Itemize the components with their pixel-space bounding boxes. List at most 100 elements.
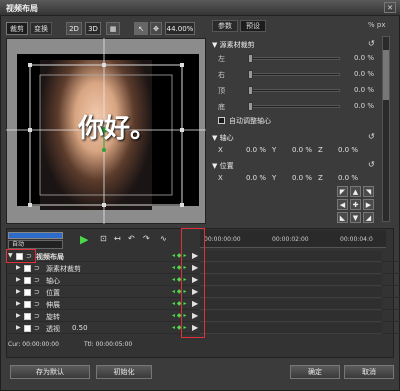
crop-top-label: 顶 [218,87,225,95]
loop-icon[interactable]: ⊃ [34,324,40,332]
grid-icon[interactable]: ▦ [106,22,120,35]
play-icon[interactable]: ▶ [80,233,88,246]
pos-y-value[interactable]: 0.0 % [292,174,312,182]
initialize-button[interactable]: 初始化 [96,365,152,379]
crop-right-thumb[interactable] [248,70,253,79]
track-lane[interactable] [200,251,382,262]
position-reset-icon[interactable]: ↺ [368,160,375,169]
params-scrollbar-thumb[interactable] [383,50,389,100]
zoom-select[interactable]: 44.00% [165,22,195,35]
track-label: 视频布局 [36,253,64,261]
pos-x-value[interactable]: 0.0 % [246,174,266,182]
track-lane[interactable] [200,323,382,334]
expand-icon[interactable]: ▶ [16,276,21,283]
perspective-value[interactable]: 0.50 [72,324,88,332]
track-lane[interactable] [200,287,382,298]
track-enable-checkbox[interactable] [24,325,31,332]
crop-left-slider[interactable] [248,57,340,60]
hand-icon[interactable]: ✥ [150,22,162,35]
track-label: 透视 [46,325,60,333]
track-enable-checkbox[interactable] [24,265,31,272]
nudge-up-right-icon[interactable]: ◥ [363,186,374,197]
ok-button[interactable]: 确定 [290,365,340,379]
cancel-button[interactable]: 取消 [344,365,394,379]
nudge-up-left-icon[interactable]: ◤ [337,186,348,197]
section-crop-header[interactable]: ▼ 源素材裁剪 [212,40,255,50]
save-default-button[interactable]: 存为默认 [10,365,90,379]
undo-icon[interactable]: ↶ [128,234,135,243]
pointer-icon[interactable]: ↖ [134,22,148,35]
expand-icon[interactable]: ▶ [16,300,21,307]
auto-axis-label: 自动调整轴心 [229,117,271,125]
crop-right-value[interactable]: 0.0 % [334,70,374,78]
expand-icon[interactable]: ▶ [16,324,21,331]
nudge-up-icon[interactable]: ▲ [350,186,361,197]
axis-x-value[interactable]: 0.0 % [246,146,266,154]
expand-icon[interactable]: ▶ [16,264,21,271]
tab-presets[interactable]: 预设 [240,20,266,32]
crop-top-value[interactable]: 0.0 % [334,86,374,94]
loop-icon[interactable]: ⊃ [34,264,40,272]
nudge-down-left-icon[interactable]: ◣ [337,212,348,223]
track-lane[interactable] [200,311,382,322]
axis-y-label: Y [272,146,277,154]
nudge-center-icon[interactable]: ✚ [350,199,361,210]
axis-z-value[interactable]: 0.0 % [338,146,358,154]
section-position-header[interactable]: ▼ 位置 [212,161,234,171]
pos-z-label: Z [318,174,323,182]
nudge-right-icon[interactable]: ▶ [363,199,374,210]
crop-left-label: 左 [218,55,225,63]
crop-top-thumb[interactable] [248,86,253,95]
auto-axis-checkbox[interactable] [218,117,225,124]
ruler-label-0: 00:00:00:00 [204,236,241,243]
track-lane[interactable] [200,299,382,310]
loop-icon[interactable]: ⊃ [34,312,40,320]
total-time: Ttl: 00:00:05:00 [84,341,133,348]
nudge-down-right-icon[interactable]: ◢ [363,212,374,223]
crop-top-slider[interactable] [248,89,340,92]
loop-icon[interactable]: ⊃ [34,300,40,308]
tab-crop[interactable]: 裁剪 [6,22,28,35]
expand-icon[interactable]: ▶ [16,288,21,295]
crop-right-slider[interactable] [248,73,340,76]
track-enable-checkbox[interactable] [24,301,31,308]
window-title: 视频布局 [6,4,38,13]
loop-icon[interactable]: ⊃ [34,276,40,284]
crop-bottom-value[interactable]: 0.0 % [334,102,374,110]
expand-icon[interactable]: ▶ [16,312,21,319]
track-enable-checkbox[interactable] [24,313,31,320]
loop-icon[interactable]: ⊃ [34,288,40,296]
mode-2d-button[interactable]: 2D [66,22,82,35]
track-enable-checkbox[interactable] [24,289,31,296]
curve-icon[interactable]: ∿ [160,234,167,243]
crop-left-value[interactable]: 0.0 % [334,54,374,62]
track-lane[interactable] [200,263,382,274]
crop-bottom-thumb[interactable] [248,102,253,111]
timeline-zoom-bar[interactable] [8,232,63,239]
close-button[interactable]: ✕ [384,2,396,13]
ruler-label-1: 00:00:02:00 [272,236,309,243]
axis-reset-icon[interactable]: ↺ [368,132,375,141]
tab-params[interactable]: 参数 [212,20,238,32]
preview-caption-text: 你好。 [78,114,157,144]
axis-y-value[interactable]: 0.0 % [292,146,312,154]
keyframe-prev-icon[interactable]: ↤ [114,234,121,243]
current-time: Cur: 00:00:00:00 [8,341,59,348]
mode-select[interactable]: 自动 [8,240,63,249]
crop-left-thumb[interactable] [248,54,253,63]
keyframe-add-icon[interactable]: ⊡ [100,234,107,243]
track-enable-checkbox[interactable] [24,277,31,284]
mode-3d-button[interactable]: 3D [85,22,101,35]
units-toggle[interactable]: % px [368,21,385,29]
nudge-down-icon[interactable]: ▼ [350,212,361,223]
reset-icon[interactable]: ↺ [368,39,375,48]
track-lane[interactable] [200,275,382,286]
tab-transform[interactable]: 变换 [30,22,52,35]
axis-z-label: Z [318,146,323,154]
ruler-label-2: 00:00:04:0 [340,236,373,243]
crop-bottom-slider[interactable] [248,105,340,108]
section-axis-header[interactable]: ▼ 轴心 [212,133,234,143]
pos-z-value[interactable]: 0.0 % [338,174,358,182]
nudge-left-icon[interactable]: ◀ [337,199,348,210]
redo-icon[interactable]: ↷ [143,234,150,243]
